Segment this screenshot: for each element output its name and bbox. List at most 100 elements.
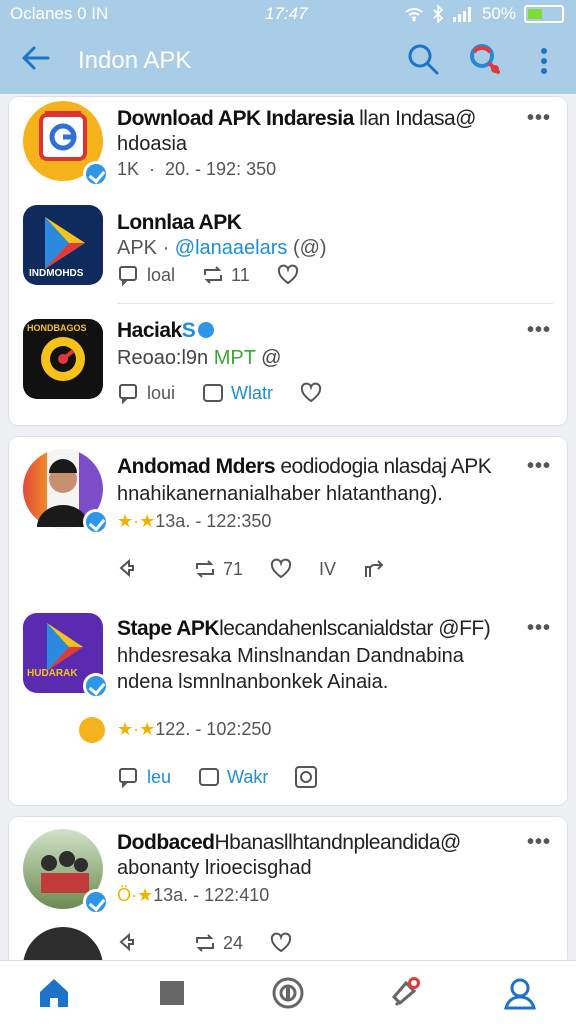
bookmark-button[interactable]: Wakr: [197, 765, 268, 789]
comment-button[interactable]: loui: [117, 381, 175, 405]
like-button[interactable]: [299, 381, 323, 405]
post-title[interactable]: DodbacedHbanasllhtandnpleandida@: [117, 831, 461, 855]
post-subtitle: abonanty lrioecisghad: [117, 857, 312, 879]
post-subtitle: Reoao:l9n MPT @: [117, 347, 282, 369]
post-actions: 24: [117, 931, 319, 955]
share-icon: [365, 560, 384, 577]
post-title[interactable]: Andomad Mders eodiodogia nlasdaj APK: [117, 455, 492, 479]
post-item[interactable]: HUDARAK Stape APKlecandahenlscanialdstar…: [9, 607, 567, 805]
bookmark-icon: [199, 768, 220, 786]
google-play-badge-icon: [23, 101, 109, 187]
verified-badge-icon: [83, 509, 109, 535]
verified-badge-icon: [83, 673, 109, 699]
post-handle: APK · @lanaaelars (@): [117, 237, 327, 259]
post-actions: leu Wakr: [117, 765, 344, 789]
post-card: DodbacedHbanasllhtandnpleandida@ abonant…: [8, 816, 568, 966]
post-title[interactable]: HaciakS: [117, 319, 215, 343]
circle-icon[interactable]: [270, 975, 306, 1011]
comment-icon: [119, 266, 137, 287]
post-meta: ★·★13a. - 122:350: [117, 511, 272, 531]
repost-icon: [196, 560, 214, 578]
app-mini-icon: [79, 717, 105, 743]
notification-icon[interactable]: [388, 975, 424, 1011]
post-subtitle: hhdesresaka Minslnandan Dandnabina: [117, 645, 464, 667]
heart-icon: [300, 382, 322, 403]
more-options-icon[interactable]: •••: [527, 831, 551, 854]
post-item[interactable]: Download APK Indaresia llan Indasa@ hdoa…: [9, 97, 567, 201]
search-icon[interactable]: [406, 42, 440, 76]
back-arrow-icon[interactable]: [20, 42, 52, 74]
color-search-icon[interactable]: [468, 42, 502, 76]
post-item[interactable]: Andomad Mders eodiodogia nlasdaj APK hna…: [9, 437, 567, 607]
play-store-icon: HUDARAK: [23, 613, 109, 699]
more-options-icon[interactable]: •••: [527, 319, 551, 342]
heart-icon: [270, 558, 292, 579]
post-card: Download APK Indaresia llan Indasa@ hdoa…: [8, 96, 568, 426]
comment-button[interactable]: leu: [117, 765, 171, 789]
carrier-label: Oclanes 0 IN: [10, 4, 109, 23]
post-title[interactable]: Stape APKlecandahenlscanialdstar @FF): [117, 617, 491, 641]
repost-button[interactable]: 11: [201, 263, 250, 287]
post-meta: 1K · 20. - 192: 350: [117, 159, 277, 179]
more-options-icon[interactable]: •••: [527, 455, 551, 478]
page-title: Indon APK: [78, 47, 192, 74]
comment-button[interactable]: loal: [117, 263, 175, 287]
like-button[interactable]: [269, 557, 293, 581]
comment-icon: [119, 768, 137, 789]
avatar-label: HUDARAK: [27, 668, 78, 679]
post-actions: 71 IV: [117, 557, 412, 581]
comment-icon: [119, 384, 137, 405]
battery-icon: [524, 5, 564, 23]
target-icon: [295, 766, 318, 788]
likes-label: IV: [319, 558, 337, 579]
play-store-icon: INDMOHDS: [23, 205, 103, 285]
battery-percent: 50%: [481, 4, 516, 23]
post-title[interactable]: Download APK Indaresia llan Indasa@: [117, 107, 477, 131]
divider: [117, 303, 553, 304]
post-item[interactable]: DodbacedHbanasllhtandnpleandida@ abonant…: [9, 817, 567, 917]
post-subtitle-line2: ndena lsmnlnanbonkek Ainaia.: [117, 671, 389, 693]
repost-icon: [196, 934, 214, 952]
clock: 17:47: [265, 4, 308, 23]
comment-icon: [119, 558, 134, 578]
comment-icon: [119, 932, 134, 952]
heart-icon: [277, 264, 298, 285]
post-actions: loal 11: [117, 263, 326, 287]
bookmark-button[interactable]: Wlatr: [201, 381, 273, 405]
repost-button[interactable]: 71: [193, 557, 243, 581]
more-options-icon[interactable]: •••: [527, 107, 551, 130]
group-photo-icon: [23, 829, 109, 915]
repost-button[interactable]: 24: [193, 931, 243, 955]
status-icons: 50%: [404, 4, 564, 24]
verified-badge-icon: [83, 889, 109, 915]
repost-icon: [204, 266, 223, 284]
post-meta: Ö·★13a. - 122:410: [117, 885, 270, 905]
status-bar: Oclanes 0 IN 17:47 50%: [0, 0, 576, 28]
bottom-nav: [0, 960, 576, 1024]
more-options-icon[interactable]: •••: [527, 617, 551, 640]
share-button[interactable]: [362, 557, 386, 581]
avatar-label: INDMOHDS: [29, 268, 84, 279]
square-icon[interactable]: [154, 975, 190, 1011]
post-subtitle: hdoasia: [117, 133, 188, 155]
profile-icon[interactable]: [502, 975, 538, 1011]
post-item[interactable]: HONDBAGOS HaciakS Reoao:l9n MPT @ loui W…: [9, 305, 567, 425]
post-card: Andomad Mders eodiodogia nlasdaj APK hna…: [8, 436, 568, 806]
heart-icon: [270, 932, 292, 953]
wifi-icon: [405, 8, 423, 22]
more-vertical-icon[interactable]: [530, 44, 558, 78]
post-actions: loui Wlatr: [117, 381, 349, 405]
like-button[interactable]: [269, 931, 293, 955]
target-button[interactable]: [294, 765, 318, 789]
comment-button[interactable]: [117, 557, 141, 581]
comment-button[interactable]: [117, 931, 141, 955]
post-item[interactable]: INDMOHDS Lonnlaa APK APK · @lanaaelars (…: [9, 201, 567, 303]
app-bar: Indon APK: [0, 28, 576, 94]
post-subtitle: hnahikanernanialhaber hlatanthang).: [117, 483, 443, 505]
post-title[interactable]: Lonnlaa APK: [117, 211, 242, 235]
like-button[interactable]: [276, 263, 300, 287]
home-icon[interactable]: [36, 975, 72, 1011]
ring-logo-icon: HONDBAGOS: [23, 319, 103, 399]
signal-icon: [452, 7, 471, 22]
person-avatar-icon: [23, 449, 109, 535]
